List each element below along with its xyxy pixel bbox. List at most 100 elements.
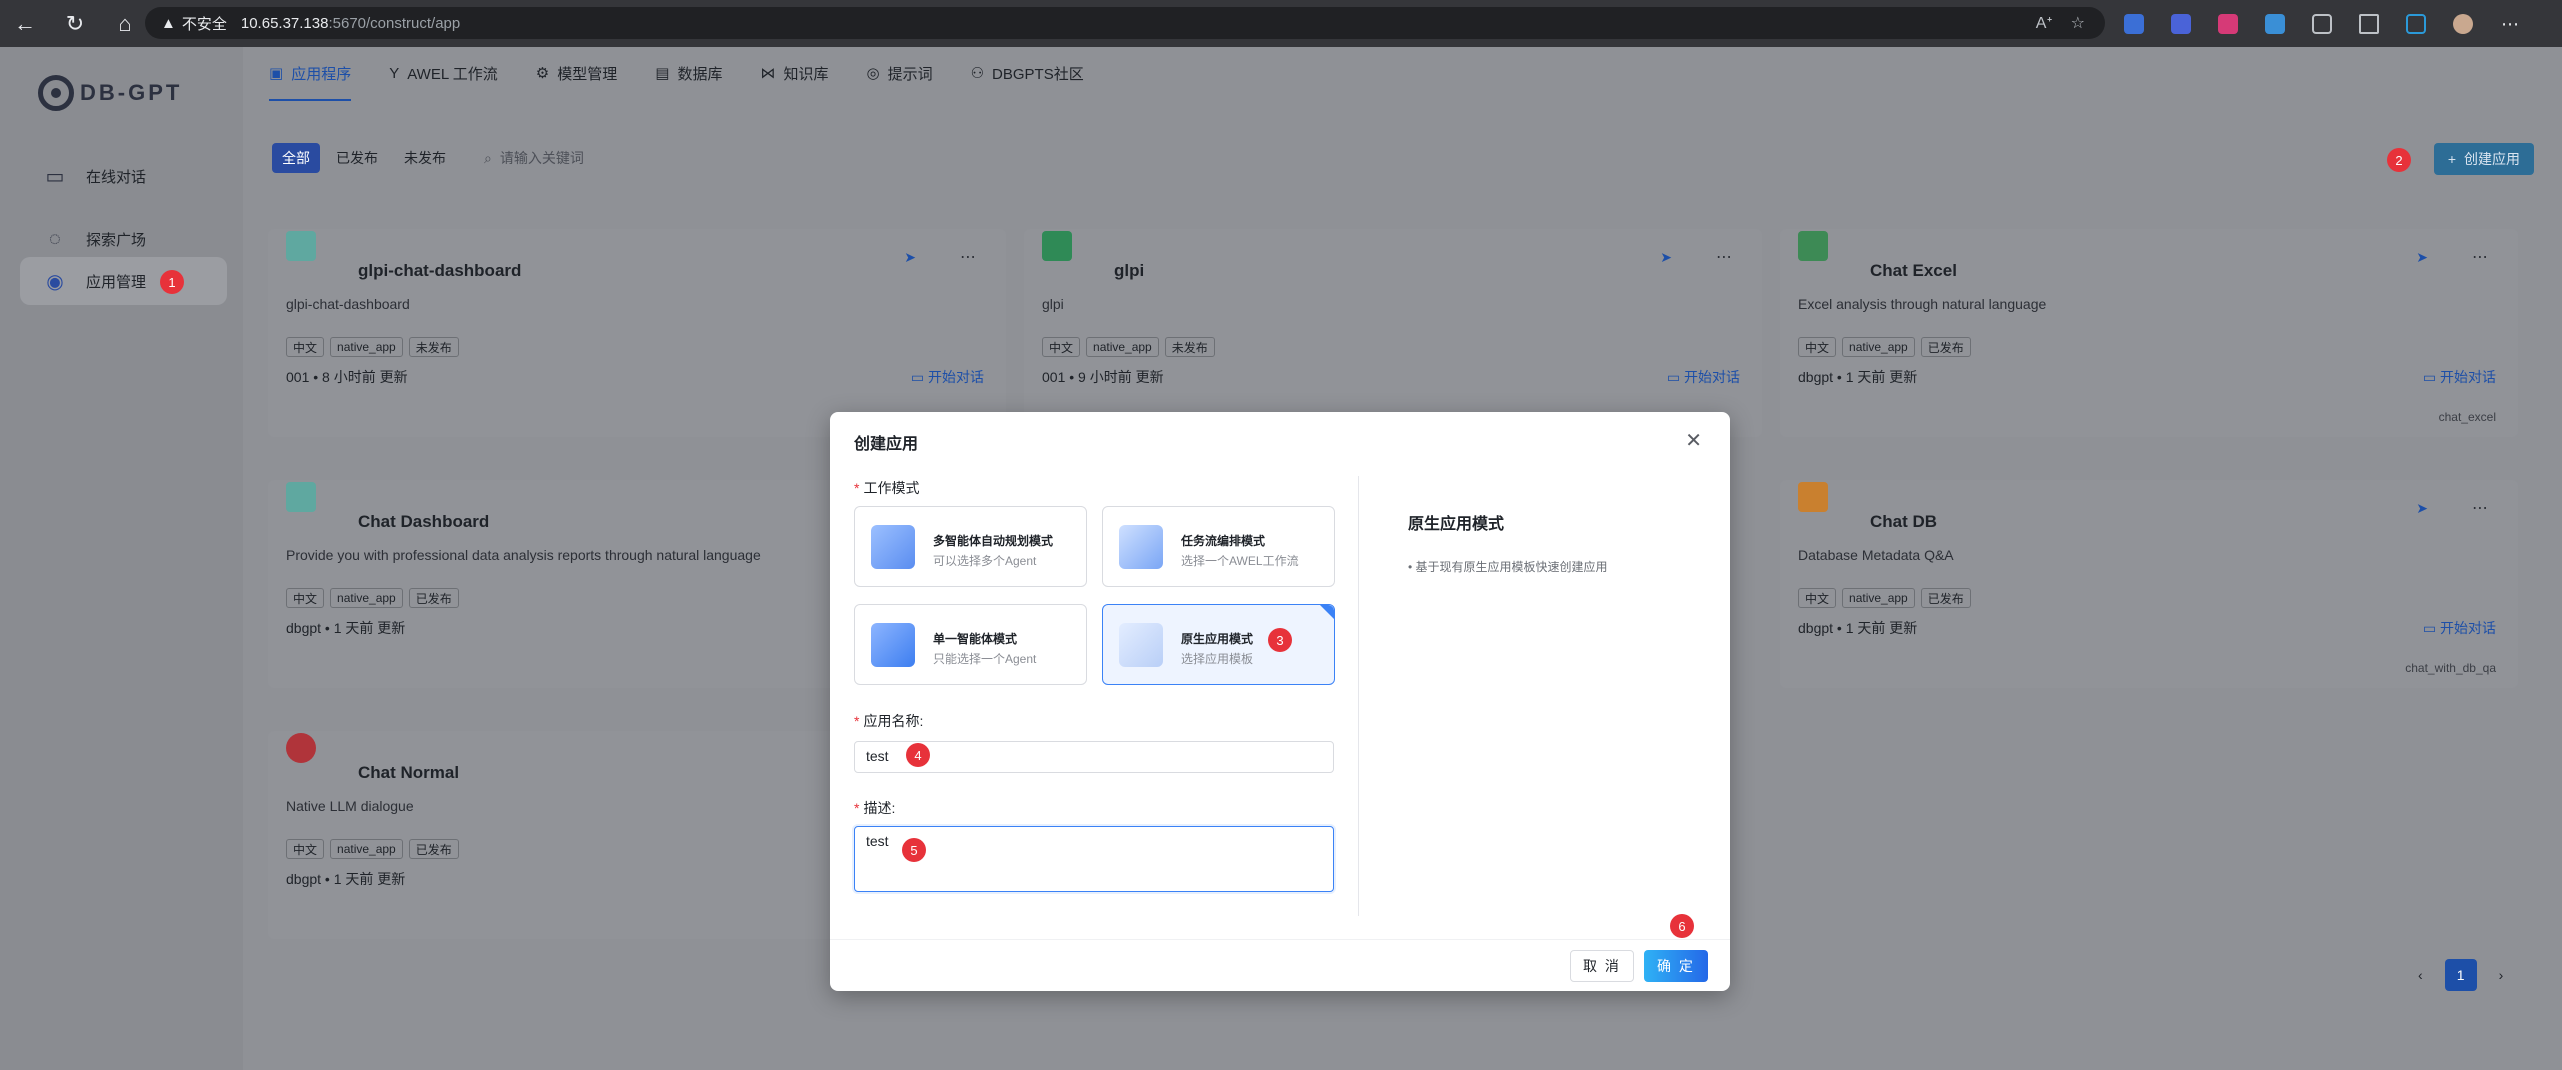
sidebar-item-label: 在线对话 — [86, 168, 147, 186]
card-title: Chat Excel — [1870, 261, 1957, 280]
dashboard-icon — [286, 482, 316, 512]
tab-awel[interactable]: Y AWEL 工作流 — [389, 47, 498, 99]
home-icon[interactable]: ⌂ — [100, 0, 150, 47]
extension-icon[interactable] — [2265, 13, 2285, 34]
sidebar-item-explore[interactable]: ◌ 探索广场 — [20, 215, 227, 263]
card-title: glpi — [1114, 261, 1145, 280]
tag: 已发布 — [408, 588, 459, 608]
more-icon[interactable]: ⋯ — [2472, 498, 2488, 518]
back-icon[interactable]: ← — [0, 0, 50, 47]
app-icon: ▣ — [269, 65, 284, 82]
work-mode-label: * 工作模式 — [854, 480, 920, 496]
app-card[interactable]: glpi-chat-dashboard ➤ ⋯ glpi-chat-dashboa… — [268, 229, 1006, 437]
mode-detail-title: 原生应用模式 — [1408, 516, 1505, 533]
tag: 已发布 — [408, 839, 459, 859]
more-menu-icon[interactable]: ⋯ — [2500, 14, 2520, 34]
close-icon[interactable]: ✕ — [1685, 428, 1702, 453]
tab-knowledge[interactable]: ⋈ 知识库 — [760, 47, 828, 99]
profile-avatar[interactable] — [2453, 13, 2473, 34]
sidebar-item-app-management[interactable]: ◉ 应用管理 — [20, 257, 227, 305]
card-title: Chat Dashboard — [358, 512, 490, 531]
create-app-button[interactable]: + 创建应用 — [2433, 143, 2534, 175]
extension-icon[interactable] — [2171, 13, 2191, 34]
database-icon: ▤ — [655, 65, 670, 82]
card-meta: dbgpt • 1 天前 更新 — [1798, 369, 1918, 385]
start-chat-link[interactable]: ▭ 开始对话 — [2423, 367, 2496, 387]
tab-community[interactable]: ⚇ DBGPTS社区 — [971, 47, 1084, 99]
card-meta: 001 • 9 小时前 更新 — [1042, 369, 1164, 385]
excel-icon — [1798, 231, 1828, 261]
more-icon[interactable]: ⋯ — [1716, 247, 1732, 267]
extension-icon[interactable] — [2218, 13, 2238, 34]
card-title: glpi-chat-dashboard — [358, 261, 522, 280]
tag: native_app — [1842, 588, 1915, 608]
favorite-star-icon[interactable]: ☆ — [2071, 13, 2085, 33]
tag: 中文 — [286, 839, 325, 859]
plus-icon: + — [2447, 151, 2456, 167]
address-bar[interactable]: ▲ 不安全 10.65.37.138:5670/construct/app Aᐩ… — [145, 7, 2105, 39]
security-warning[interactable]: 不安全 — [182, 13, 227, 34]
more-icon[interactable]: ⋯ — [960, 247, 976, 267]
more-icon[interactable]: ⋯ — [2472, 247, 2488, 267]
warning-icon: ▲ — [161, 14, 176, 32]
logo[interactable]: DB-GPT — [38, 75, 182, 111]
prev-page-icon[interactable]: ‹ — [2418, 967, 2423, 983]
tab-prompts[interactable]: ◎ 提示词 — [866, 47, 932, 99]
tag: native_app — [1086, 337, 1159, 357]
mode-option-flow[interactable]: 任务流编排模式 选择一个AWEL工作流 — [1102, 506, 1335, 587]
filter-published[interactable]: 已发布 — [326, 143, 388, 173]
app-card[interactable]: Chat Excel ➤ ⋯ Excel analysis through nat… — [1780, 229, 2518, 437]
step-badge: 5 — [902, 838, 926, 862]
start-chat-link[interactable]: ▭ 开始对话 — [2423, 618, 2496, 638]
tag: 中文 — [286, 337, 325, 357]
app-name-label: * 应用名称: — [854, 713, 924, 729]
pin-icon[interactable]: ➤ — [2416, 249, 2428, 266]
tag: 未发布 — [408, 337, 459, 357]
tag: native_app — [330, 337, 403, 357]
start-chat-link[interactable]: ▭ 开始对话 — [911, 367, 984, 387]
puzzle-icon[interactable] — [2312, 13, 2332, 34]
headset-icon — [286, 733, 316, 763]
page-number[interactable]: 1 — [2444, 959, 2477, 991]
pin-icon[interactable]: ➤ — [1660, 249, 1672, 266]
tab-apps[interactable]: ▣ 应用程序 — [269, 47, 352, 101]
start-chat-link[interactable]: ▭ 开始对话 — [1667, 367, 1740, 387]
collections-icon[interactable] — [2406, 13, 2426, 34]
filter-unpublished[interactable]: 未发布 — [394, 143, 456, 173]
tag: 已发布 — [1920, 588, 1971, 608]
app-card[interactable]: Chat DB ➤ ⋯ Database Metadata Q&A 中文 nativ… — [1780, 480, 2518, 688]
description-textarea[interactable]: test — [854, 826, 1334, 892]
next-page-icon[interactable]: › — [2499, 967, 2504, 983]
step-badge: 6 — [1670, 914, 1694, 938]
robot-icon: ◉ — [46, 270, 64, 293]
card-desc: Native LLM dialogue — [286, 798, 414, 814]
dialog-title: 创建应用 — [854, 436, 919, 453]
step-badge: 4 — [906, 743, 930, 767]
step-badge: 3 — [1268, 628, 1292, 652]
mode-option-native-app[interactable]: 原生应用模式 选择应用模板 — [1102, 604, 1335, 685]
tag: 中文 — [1798, 588, 1837, 608]
tab-models[interactable]: ⚙ 模型管理 — [536, 47, 617, 99]
read-aloud-icon[interactable]: Aᐩ — [2036, 13, 2053, 33]
app-card[interactable]: glpi ➤ ⋯ glpi 中文 native_app 未发布 001 • 9 小时前… — [1024, 229, 1762, 437]
pin-icon[interactable]: ➤ — [904, 249, 916, 266]
tag: 已发布 — [1920, 337, 1971, 357]
confirm-button[interactable]: 确 定 — [1644, 950, 1708, 982]
sidebar: DB-GPT ▭ 在线对话 ◌ 探索广场 ◉ 应用管理 — [0, 47, 243, 1070]
cube-icon — [871, 525, 915, 569]
search-input[interactable]: ⌕ 请输入关键词 — [484, 143, 684, 173]
tab-database[interactable]: ▤ 数据库 — [655, 47, 722, 99]
reload-icon[interactable]: ↻ — [50, 0, 100, 47]
pin-icon[interactable]: ➤ — [2416, 500, 2428, 517]
template-icon — [1119, 623, 1163, 667]
mode-option-single-agent[interactable]: 单一智能体模式 只能选择一个Agent — [854, 604, 1087, 685]
bitwarden-icon[interactable] — [2124, 13, 2144, 34]
divider — [1358, 476, 1359, 916]
tag: 中文 — [1798, 337, 1837, 357]
filter-all[interactable]: 全部 — [272, 143, 320, 173]
mode-option-multi-agent[interactable]: 多智能体自动规划模式 可以选择多个Agent — [854, 506, 1087, 587]
community-icon: ⚇ — [970, 65, 985, 82]
sidebar-item-chat[interactable]: ▭ 在线对话 — [20, 152, 227, 200]
favorites-icon[interactable] — [2359, 13, 2379, 34]
cancel-button[interactable]: 取 消 — [1570, 950, 1634, 982]
